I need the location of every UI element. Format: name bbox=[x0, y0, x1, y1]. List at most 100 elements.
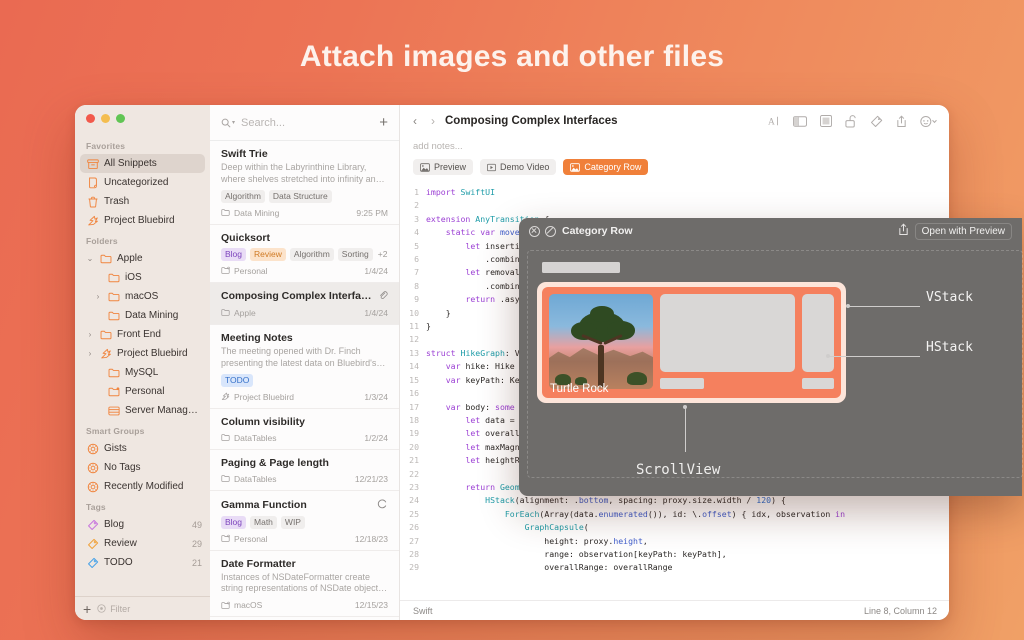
sidebar-item-personal[interactable]: Personal bbox=[75, 382, 210, 401]
tree-trunk bbox=[598, 345, 604, 387]
bird-icon bbox=[86, 215, 99, 227]
close-window-button[interactable] bbox=[86, 114, 95, 123]
sidebar-item-ios[interactable]: iOS bbox=[75, 268, 210, 287]
gear-circle-icon bbox=[86, 462, 99, 474]
line-number: 15 bbox=[400, 374, 426, 387]
list-item[interactable]: Gamma FunctionBlogMathWIPPersonal12/18/2… bbox=[210, 491, 399, 551]
snippet-folder: Personal bbox=[234, 534, 268, 544]
attachment-chip-preview[interactable]: Preview bbox=[413, 159, 473, 175]
split-view-icon[interactable] bbox=[793, 116, 807, 127]
image-qr-icon[interactable] bbox=[820, 115, 832, 127]
sidebar-item-uncategorized[interactable]: Uncategorized bbox=[75, 173, 210, 192]
bird-icon bbox=[87, 215, 99, 227]
search-bar[interactable]: ▾ Search... + bbox=[210, 105, 399, 141]
line-number: 12 bbox=[400, 333, 426, 346]
line-number: 24 bbox=[400, 494, 426, 507]
sidebar-item-data-mining[interactable]: Data Mining bbox=[75, 306, 210, 325]
annotation-hstack: HStack bbox=[926, 340, 973, 355]
new-snippet-button[interactable]: + bbox=[379, 115, 388, 130]
maximize-window-button[interactable] bbox=[116, 114, 125, 123]
sidebar-item-recently-modified[interactable]: Recently Modified bbox=[75, 477, 210, 496]
tag-badge[interactable]: TODO bbox=[221, 374, 253, 387]
sidebar-item-all-snippets[interactable]: All Snippets bbox=[80, 154, 205, 173]
tag-badge[interactable]: Blog bbox=[221, 248, 246, 261]
tag-badge[interactable]: Sorting bbox=[338, 248, 373, 261]
sidebar-item-label: Server Management bbox=[125, 405, 202, 416]
close-circle-icon[interactable] bbox=[529, 226, 540, 237]
tag-badge[interactable]: WIP bbox=[281, 516, 305, 529]
list-item[interactable]: The Answer to the Ultimate Questi bbox=[210, 617, 399, 620]
list-item[interactable]: Column visibilityDataTables1/2/24 bbox=[210, 409, 399, 450]
search-input[interactable]: Search... bbox=[241, 117, 373, 129]
tag-badge[interactable]: Math bbox=[250, 516, 277, 529]
sidebar-filter-input[interactable]: Filter bbox=[97, 604, 202, 614]
chevron-down-icon[interactable]: ⌄ bbox=[86, 255, 94, 263]
tag-badge[interactable]: Algorithm bbox=[290, 248, 334, 261]
code-line-text: ForEach(Array(data.enumerated()), id: \.… bbox=[426, 508, 845, 521]
sidebar-footer: + Filter bbox=[75, 596, 210, 620]
sidebar-item-count: 21 bbox=[192, 558, 202, 568]
tag-badge[interactable]: Algorithm bbox=[221, 190, 265, 203]
chevron-left-icon[interactable]: ‹ bbox=[413, 114, 417, 128]
line-number: 1 bbox=[400, 186, 426, 199]
attachment-chip-category-row[interactable]: Category Row bbox=[563, 159, 648, 175]
sidebar-item-gists[interactable]: Gists bbox=[75, 439, 210, 458]
tag-badge[interactable]: +2 bbox=[377, 248, 388, 261]
slash-circle-icon[interactable] bbox=[545, 226, 556, 237]
list-item[interactable]: Date FormatterInstances of NSDateFormatt… bbox=[210, 551, 399, 618]
sidebar-item-mysql[interactable]: MySQL bbox=[75, 363, 210, 382]
window-traffic-lights[interactable] bbox=[75, 105, 210, 131]
chevron-right-icon[interactable]: › bbox=[86, 331, 94, 339]
sidebar-item-front-end[interactable]: ›Front End bbox=[75, 325, 210, 344]
tag-badge[interactable]: Review bbox=[250, 248, 286, 261]
preview-window-controls[interactable] bbox=[529, 226, 556, 237]
tag-badge[interactable]: Data Structure bbox=[269, 190, 332, 203]
attachment-chip-demo-video[interactable]: Demo Video bbox=[480, 159, 556, 175]
snippet-meta: Data Mining9:25 PM bbox=[221, 208, 388, 218]
snippet-date: 12/21/23 bbox=[355, 474, 388, 484]
page-headline: Attach images and other files bbox=[0, 40, 1024, 74]
list-item[interactable]: Swift TrieDeep within the Labyrinthine L… bbox=[210, 141, 399, 225]
status-cursor-position: Line 8, Column 12 bbox=[864, 606, 937, 616]
text-format-icon[interactable]: A bbox=[768, 115, 780, 127]
share-icon[interactable] bbox=[898, 223, 909, 239]
editor-nav[interactable]: ‹ › bbox=[413, 114, 435, 128]
sidebar-item-project-bluebird[interactable]: Project Bluebird bbox=[75, 211, 210, 230]
snippet-title: Quicksort bbox=[221, 232, 270, 244]
minimize-window-button[interactable] bbox=[101, 114, 110, 123]
archive-box-icon bbox=[86, 158, 99, 170]
open-with-preview-button[interactable]: Open with Preview bbox=[915, 223, 1012, 240]
code-line-text: HStack(alignment: .bottom, spacing: prox… bbox=[426, 494, 786, 507]
sidebar-item-review[interactable]: Review29 bbox=[75, 534, 210, 553]
chevron-right-icon[interactable]: › bbox=[431, 114, 435, 128]
tag-badge[interactable]: Blog bbox=[221, 516, 246, 529]
sidebar-item-macos[interactable]: ›macOS bbox=[75, 287, 210, 306]
folder-badge-icon bbox=[221, 266, 230, 275]
sidebar-item-server-management[interactable]: Server Management bbox=[75, 401, 210, 420]
sidebar-item-todo[interactable]: TODO21 bbox=[75, 553, 210, 572]
list-item[interactable]: Meeting NotesThe meeting opened with Dr.… bbox=[210, 325, 399, 409]
sidebar-scroll[interactable]: Favorites All Snippets Uncategorized Tra… bbox=[75, 131, 210, 596]
more-options-icon[interactable] bbox=[920, 115, 937, 128]
tag-icon[interactable] bbox=[870, 115, 883, 128]
sidebar-item-no-tags[interactable]: No Tags bbox=[75, 458, 210, 477]
snippet-title-row: Paging & Page length bbox=[221, 457, 388, 469]
sidebar-item-blog[interactable]: Blog49 bbox=[75, 515, 210, 534]
sidebar-item-project-bluebird[interactable]: ›Project Bluebird bbox=[75, 344, 210, 363]
search-icon[interactable]: ▾ bbox=[221, 118, 235, 128]
sidebar-item-apple[interactable]: ⌄Apple bbox=[75, 249, 210, 268]
add-item-button[interactable]: + bbox=[83, 602, 91, 616]
sidebar-item-trash[interactable]: Trash bbox=[75, 192, 210, 211]
notes-input[interactable]: add notes... bbox=[413, 141, 936, 152]
chevron-right-icon[interactable]: › bbox=[86, 350, 94, 358]
chevron-right-icon[interactable]: › bbox=[94, 293, 102, 301]
snippet-title: Gamma Function bbox=[221, 499, 307, 511]
list-item[interactable]: Composing Complex InterfacesApple1/4/24 bbox=[210, 283, 399, 325]
list-item[interactable]: Paging & Page lengthDataTables12/21/23 bbox=[210, 450, 399, 491]
bird-icon bbox=[99, 348, 112, 360]
share-icon[interactable] bbox=[896, 115, 907, 128]
snippet-list[interactable]: Swift TrieDeep within the Labyrinthine L… bbox=[210, 141, 399, 620]
chevron-down-icon[interactable]: ▾ bbox=[232, 119, 235, 126]
unlock-icon[interactable] bbox=[845, 115, 857, 128]
list-item[interactable]: QuicksortBlogReviewAlgorithmSorting+2Per… bbox=[210, 225, 399, 283]
